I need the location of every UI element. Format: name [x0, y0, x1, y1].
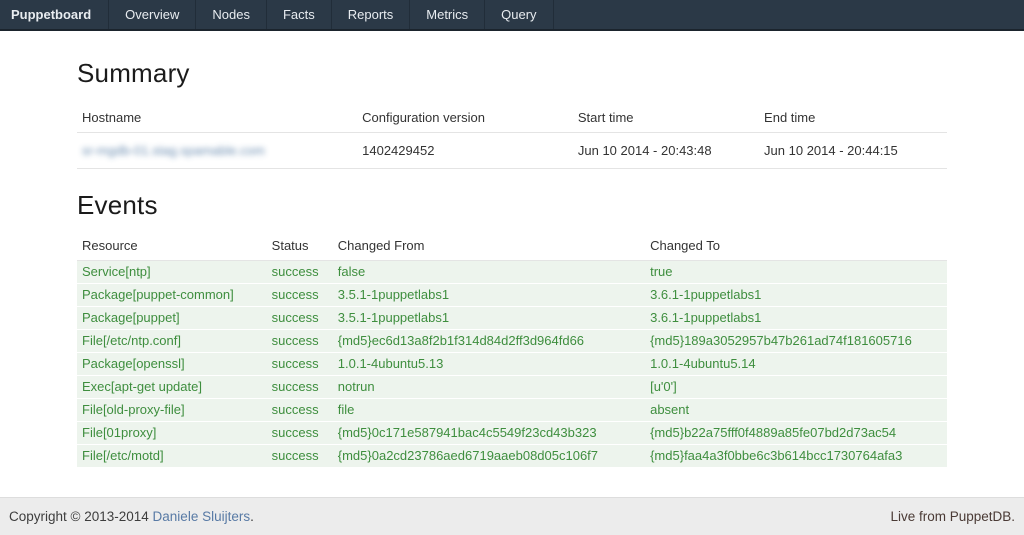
summary-col-hostname: Hostname: [77, 103, 357, 133]
event-changed-to: {md5}b22a75fff0f4889a85fe07bd2d73ac54: [645, 422, 947, 445]
event-resource: File[/etc/ntp.conf]: [77, 330, 267, 353]
event-changed-to: {md5}faa4a3f0bbe6c3b614bcc1730764afa3: [645, 445, 947, 468]
events-col-changed-from: Changed From: [333, 231, 645, 261]
event-row: Exec[apt-get update] success notrun [u'0…: [77, 376, 947, 399]
event-changed-from: false: [333, 261, 645, 284]
event-status: success: [267, 422, 333, 445]
summary-table: Hostname Configuration version Start tim…: [77, 103, 947, 169]
copyright-text: Copyright © 2013-2014 Daniele Sluijters.: [9, 509, 254, 524]
summary-header-row: Hostname Configuration version Start tim…: [77, 103, 947, 133]
event-changed-to: {md5}189a3052957b47b261ad74f181605716: [645, 330, 947, 353]
event-changed-from: 3.5.1-1puppetlabs1: [333, 284, 645, 307]
event-resource: Package[openssl]: [77, 353, 267, 376]
nav-item-reports[interactable]: Reports: [331, 0, 410, 29]
event-resource: Package[puppet-common]: [77, 284, 267, 307]
summary-col-config-version: Configuration version: [357, 103, 573, 133]
nav-item-metrics[interactable]: Metrics: [409, 0, 484, 29]
event-row: Package[puppet] success 3.5.1-1puppetlab…: [77, 307, 947, 330]
event-resource: Service[ntp]: [77, 261, 267, 284]
event-row: File[/etc/ntp.conf] success {md5}ec6d13a…: [77, 330, 947, 353]
summary-heading: Summary: [77, 58, 947, 89]
nav-item-query[interactable]: Query: [484, 0, 553, 29]
summary-col-end-time: End time: [759, 103, 947, 133]
event-row: Package[openssl] success 1.0.1-4ubuntu5.…: [77, 353, 947, 376]
summary-config-version-value: 1402429452: [357, 133, 573, 169]
event-changed-from: {md5}ec6d13a8f2b1f314d84d2ff3d964fd66: [333, 330, 645, 353]
event-resource: Package[puppet]: [77, 307, 267, 330]
event-changed-from: 3.5.1-1puppetlabs1: [333, 307, 645, 330]
event-status: success: [267, 284, 333, 307]
event-resource: File[old-proxy-file]: [77, 399, 267, 422]
event-changed-from: file: [333, 399, 645, 422]
event-resource: File[/etc/motd]: [77, 445, 267, 468]
summary-end-time-value: Jun 10 2014 - 20:44:15: [759, 133, 947, 169]
event-status: success: [267, 399, 333, 422]
events-heading: Events: [77, 190, 947, 221]
events-col-status: Status: [267, 231, 333, 261]
copyright-prefix: Copyright © 2013-2014: [9, 509, 153, 524]
event-resource: Exec[apt-get update]: [77, 376, 267, 399]
events-col-resource: Resource: [77, 231, 267, 261]
event-changed-to: true: [645, 261, 947, 284]
page-footer: Copyright © 2013-2014 Daniele Sluijters.…: [0, 497, 1024, 535]
event-status: success: [267, 353, 333, 376]
event-row: Service[ntp] success false true: [77, 261, 947, 284]
events-table: Resource Status Changed From Changed To …: [77, 231, 947, 468]
summary-hostname-cell: sr-mgdb-01.stag.spamable.com: [77, 133, 357, 169]
event-changed-to: 3.6.1-1puppetlabs1: [645, 284, 947, 307]
summary-col-start-time: Start time: [573, 103, 759, 133]
nav-item-nodes[interactable]: Nodes: [195, 0, 266, 29]
event-status: success: [267, 445, 333, 468]
event-status: success: [267, 376, 333, 399]
nav-item-facts[interactable]: Facts: [266, 0, 331, 29]
nav-item-overview[interactable]: Overview: [108, 0, 195, 29]
copyright-suffix: .: [250, 509, 254, 524]
navbar-brand-puppetboard[interactable]: Puppetboard: [0, 0, 108, 29]
event-changed-to: 3.6.1-1puppetlabs1: [645, 307, 947, 330]
events-col-changed-to: Changed To: [645, 231, 947, 261]
event-resource: File[01proxy]: [77, 422, 267, 445]
event-row: File[01proxy] success {md5}0c171e587941b…: [77, 422, 947, 445]
top-navbar: Puppetboard Overview Nodes Facts Reports…: [0, 0, 1024, 31]
event-changed-from: {md5}0c171e587941bac4c5549f23cd43b323: [333, 422, 645, 445]
event-changed-to: 1.0.1-4ubuntu5.14: [645, 353, 947, 376]
event-changed-from: {md5}0a2cd23786aed6719aaeb08d05c106f7: [333, 445, 645, 468]
event-changed-from: 1.0.1-4ubuntu5.13: [333, 353, 645, 376]
event-status: success: [267, 261, 333, 284]
event-row: File[/etc/motd] success {md5}0a2cd23786a…: [77, 445, 947, 468]
main-content: Summary Hostname Configuration version S…: [0, 58, 1024, 468]
event-changed-to: absent: [645, 399, 947, 422]
summary-row: sr-mgdb-01.stag.spamable.com 1402429452 …: [77, 133, 947, 169]
event-status: success: [267, 330, 333, 353]
puppetdb-status-text: Live from PuppetDB.: [890, 509, 1015, 524]
event-status: success: [267, 307, 333, 330]
event-row: File[old-proxy-file] success file absent: [77, 399, 947, 422]
hostname-link-redacted[interactable]: sr-mgdb-01.stag.spamable.com: [82, 143, 265, 158]
events-header-row: Resource Status Changed From Changed To: [77, 231, 947, 261]
author-link[interactable]: Daniele Sluijters: [153, 509, 251, 524]
event-changed-from: notrun: [333, 376, 645, 399]
summary-start-time-value: Jun 10 2014 - 20:43:48: [573, 133, 759, 169]
event-row: Package[puppet-common] success 3.5.1-1pu…: [77, 284, 947, 307]
event-changed-to: [u'0']: [645, 376, 947, 399]
